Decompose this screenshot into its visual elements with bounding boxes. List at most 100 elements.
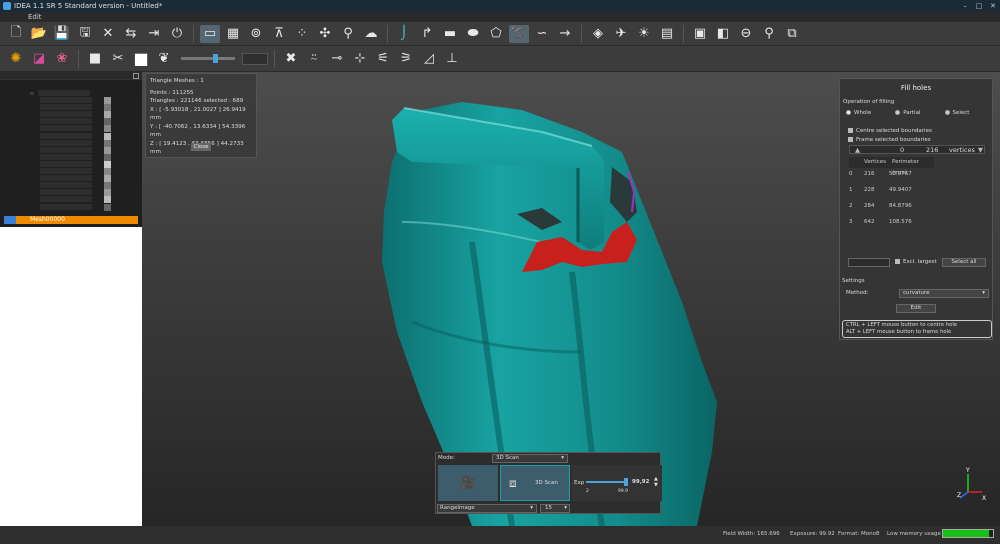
close-icon[interactable]: ✕ bbox=[986, 0, 1000, 12]
turntable-icon[interactable]: ⊚ bbox=[246, 25, 266, 43]
excl-largest-checkbox[interactable]: Excl. largest bbox=[895, 259, 937, 265]
reset-view-icon[interactable]: ⧉ bbox=[782, 25, 802, 43]
decimate-icon[interactable]: ⊸ bbox=[327, 50, 347, 68]
curve-select-icon[interactable]: ↱ bbox=[417, 25, 437, 43]
info-close-button[interactable]: Close bbox=[191, 143, 211, 151]
tree-item[interactable] bbox=[0, 175, 142, 183]
mode-select[interactable]: 3D Scan ▾ bbox=[492, 454, 568, 463]
stepper-down-icon[interactable]: ▼ bbox=[978, 146, 983, 154]
blob-icon[interactable]: ☁ bbox=[361, 25, 381, 43]
minimize-icon[interactable]: – bbox=[958, 0, 972, 12]
mesh-color-swatch[interactable] bbox=[4, 216, 16, 224]
remesh-icon[interactable]: ⊹ bbox=[350, 50, 370, 68]
tree-item[interactable] bbox=[0, 97, 142, 105]
view-cube-icon[interactable]: ◧ bbox=[713, 25, 733, 43]
tree-item[interactable] bbox=[0, 160, 142, 168]
stepper-up-icon[interactable]: ▲ bbox=[855, 146, 860, 154]
polygon-select-icon[interactable]: ⬠ bbox=[486, 25, 506, 43]
tree-item[interactable] bbox=[0, 182, 142, 190]
tree-item[interactable] bbox=[0, 118, 142, 126]
palette-icon[interactable]: ❀ bbox=[52, 50, 72, 68]
line-tool-icon[interactable]: ∽ bbox=[532, 25, 552, 43]
option-partial[interactable]: Partial bbox=[895, 110, 921, 116]
hole-size-field[interactable] bbox=[848, 258, 890, 267]
flatten-icon[interactable]: ⊥ bbox=[442, 50, 462, 68]
calibration-icon[interactable]: ▦ bbox=[223, 25, 243, 43]
tree-item[interactable] bbox=[0, 125, 142, 133]
tree-item[interactable] bbox=[0, 146, 142, 154]
white-color-icon[interactable]: ■ bbox=[131, 49, 151, 68]
light-icon[interactable]: ☀ bbox=[634, 25, 654, 43]
table-row[interactable]: 0 216 50.9767 bbox=[849, 169, 959, 180]
point-size-slider[interactable] bbox=[181, 54, 235, 63]
lasso-select-icon[interactable]: ➰ bbox=[509, 24, 529, 43]
exposure-slider[interactable] bbox=[586, 478, 628, 486]
option-select[interactable]: Select bbox=[944, 110, 969, 116]
table-row[interactable]: 1 228 49.9407 bbox=[849, 185, 959, 196]
export-icon[interactable]: ⇥ bbox=[144, 25, 164, 43]
table-row[interactable]: 3 642 108.576 bbox=[849, 217, 959, 228]
arrow-tool-icon[interactable]: → bbox=[555, 25, 575, 43]
open-folder-icon[interactable]: 📂 bbox=[29, 25, 49, 43]
material-icon[interactable]: ❦ bbox=[154, 50, 174, 68]
table-row[interactable]: 2 284 84.8796 bbox=[849, 201, 959, 212]
save-icon[interactable]: 💾 bbox=[52, 25, 72, 43]
repair-icon[interactable]: ⚞ bbox=[396, 50, 416, 68]
zoom-icon[interactable]: ⚲ bbox=[759, 25, 779, 43]
settings-gear-icon[interactable]: ✺ bbox=[6, 50, 26, 68]
method-select[interactable]: curvature ▾ bbox=[899, 289, 989, 298]
hook-select-icon[interactable]: ⌡ bbox=[394, 25, 414, 43]
tree-item[interactable] bbox=[0, 90, 142, 97]
maximize-icon[interactable]: □ bbox=[972, 0, 986, 12]
ellipse-select-icon[interactable]: ⬬ bbox=[463, 25, 483, 43]
layers-icon[interactable]: ▤ bbox=[657, 25, 677, 43]
camera-icon[interactable]: 🎥 bbox=[438, 465, 498, 501]
scanner-icon[interactable]: ▭ bbox=[200, 24, 220, 43]
tree-item[interactable] bbox=[0, 153, 142, 161]
orbit-icon[interactable]: ⊖ bbox=[736, 25, 756, 43]
delete-icon[interactable]: ✕ bbox=[98, 25, 118, 43]
exposure-stepper-icon[interactable]: ▲ ▼ bbox=[654, 476, 658, 488]
screen-icon[interactable]: ▣ bbox=[690, 25, 710, 43]
merge-icon[interactable]: ✣ bbox=[315, 25, 335, 43]
gradient-icon[interactable]: ◪ bbox=[29, 50, 49, 68]
clean-icon[interactable]: ⚟ bbox=[373, 50, 393, 68]
tree-item[interactable] bbox=[0, 196, 142, 204]
tree-item[interactable] bbox=[0, 139, 142, 147]
option-whole[interactable]: Whole bbox=[846, 110, 871, 116]
menu-edit[interactable]: Edit bbox=[28, 13, 42, 21]
cube-icon[interactable]: ◈ bbox=[588, 25, 608, 43]
new-file-icon[interactable]: 🗋 bbox=[6, 25, 26, 43]
slider-handle[interactable] bbox=[213, 54, 218, 63]
tree-item[interactable] bbox=[0, 104, 142, 112]
save-as-icon[interactable]: 🖫 bbox=[75, 25, 95, 43]
point-size-field[interactable] bbox=[242, 52, 268, 65]
square-icon[interactable]: ■ bbox=[85, 50, 105, 68]
points-icon[interactable]: ⁘ bbox=[292, 25, 312, 43]
tree-item[interactable] bbox=[0, 111, 142, 119]
cut-icon[interactable]: ✂ bbox=[108, 50, 128, 68]
panel-close-icon[interactable] bbox=[133, 73, 139, 79]
fps-select[interactable]: 15 ▾ bbox=[540, 504, 570, 513]
select-all-button[interactable]: Select all bbox=[942, 258, 986, 267]
source-select[interactable]: RangeImage ▾ bbox=[437, 504, 537, 513]
pin-icon[interactable]: ✈ bbox=[611, 25, 631, 43]
tree-item[interactable] bbox=[0, 203, 142, 211]
tree-item[interactable] bbox=[0, 168, 142, 176]
import-icon[interactable]: ⇆ bbox=[121, 25, 141, 43]
smooth-icon[interactable]: ⍨ bbox=[304, 50, 324, 68]
3d-scan-button[interactable]: ⧈ 3D Scan bbox=[500, 465, 570, 501]
tree-item[interactable] bbox=[0, 189, 142, 197]
fill-icon[interactable]: ◿ bbox=[419, 50, 439, 68]
tools-icon[interactable]: ✖ bbox=[281, 50, 301, 68]
power-icon[interactable]: ⏻ bbox=[167, 25, 187, 43]
tree-item-selected[interactable]: Mesh00000 bbox=[4, 216, 138, 224]
exposure-slider-handle[interactable] bbox=[623, 478, 628, 486]
frame-selected-checkbox[interactable]: Frame selected boundaries bbox=[848, 137, 1000, 143]
fill-button[interactable]: Edit bbox=[896, 304, 936, 313]
vertices-stepper[interactable]: ▲ 0 216 vertices ▼ bbox=[849, 145, 985, 154]
tree-item[interactable] bbox=[0, 132, 142, 140]
rect-select-icon[interactable]: ▬ bbox=[440, 25, 460, 43]
mesh-tool-icon[interactable]: ⚲ bbox=[338, 25, 358, 43]
align-icon[interactable]: ⊼ bbox=[269, 25, 289, 43]
